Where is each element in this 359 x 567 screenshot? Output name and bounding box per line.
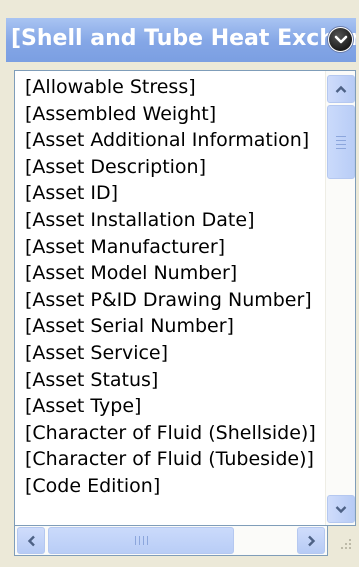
list-item[interactable]: [Code Edition] <box>15 473 325 500</box>
list-item[interactable]: [Asset Installation Date] <box>15 207 325 234</box>
list-item[interactable]: [Asset Service] <box>15 340 325 367</box>
grip-icon <box>336 135 346 149</box>
list-item[interactable]: [Asset Type] <box>15 393 325 420</box>
resize-grip[interactable] <box>328 526 356 556</box>
scroll-left-button[interactable] <box>17 527 45 554</box>
attribute-selector-panel: [Shell and Tube Heat Exchanger] [Allowab… <box>0 0 359 567</box>
vertical-scrollbar[interactable] <box>325 71 355 525</box>
scroll-up-button[interactable] <box>327 75 355 103</box>
chevron-down-circle-icon <box>329 28 352 51</box>
list-item[interactable]: [Asset ID] <box>15 180 325 207</box>
chevron-left-icon <box>27 535 35 546</box>
attribute-list: [Allowable Stress] [Assembled Weight] [Ass… <box>15 71 325 525</box>
vertical-scroll-thumb[interactable] <box>327 105 355 179</box>
class-dropdown-value: [Shell and Tube Heat Exchanger] <box>11 26 356 51</box>
list-item[interactable]: [Asset Additional Information] <box>15 127 325 154</box>
attribute-listbox[interactable]: [Allowable Stress] [Assembled Weight] [Ass… <box>14 70 356 526</box>
grip-icon <box>134 536 148 545</box>
list-item[interactable]: [Asset Status] <box>15 367 325 394</box>
list-item[interactable]: [Asset Model Number] <box>15 260 325 287</box>
list-item[interactable]: [Asset Manufacturer] <box>15 234 325 261</box>
list-item[interactable]: [Character of Fluid (Shellside)] <box>15 420 325 447</box>
list-item[interactable]: [Asset Description] <box>15 154 325 181</box>
list-item[interactable]: [Asset Serial Number] <box>15 313 325 340</box>
dropdown-button[interactable] <box>327 26 354 53</box>
list-item[interactable]: [Assembled Weight] <box>15 101 325 128</box>
horizontal-scrollbar[interactable] <box>14 526 328 556</box>
chevron-right-icon <box>307 535 315 546</box>
scroll-right-button[interactable] <box>297 527 325 554</box>
list-item[interactable]: [Allowable Stress] <box>15 74 325 101</box>
list-item[interactable]: [Character of Fluid (Tubeside)] <box>15 446 325 473</box>
chevron-up-icon <box>335 85 347 93</box>
list-item[interactable]: [Asset P&ID Drawing Number] <box>15 287 325 314</box>
class-dropdown[interactable]: [Shell and Tube Heat Exchanger] <box>6 18 356 62</box>
chevron-down-icon <box>335 505 347 513</box>
scroll-down-button[interactable] <box>327 495 355 523</box>
resize-grip-icon <box>341 539 351 549</box>
horizontal-scroll-thumb[interactable] <box>48 527 234 554</box>
